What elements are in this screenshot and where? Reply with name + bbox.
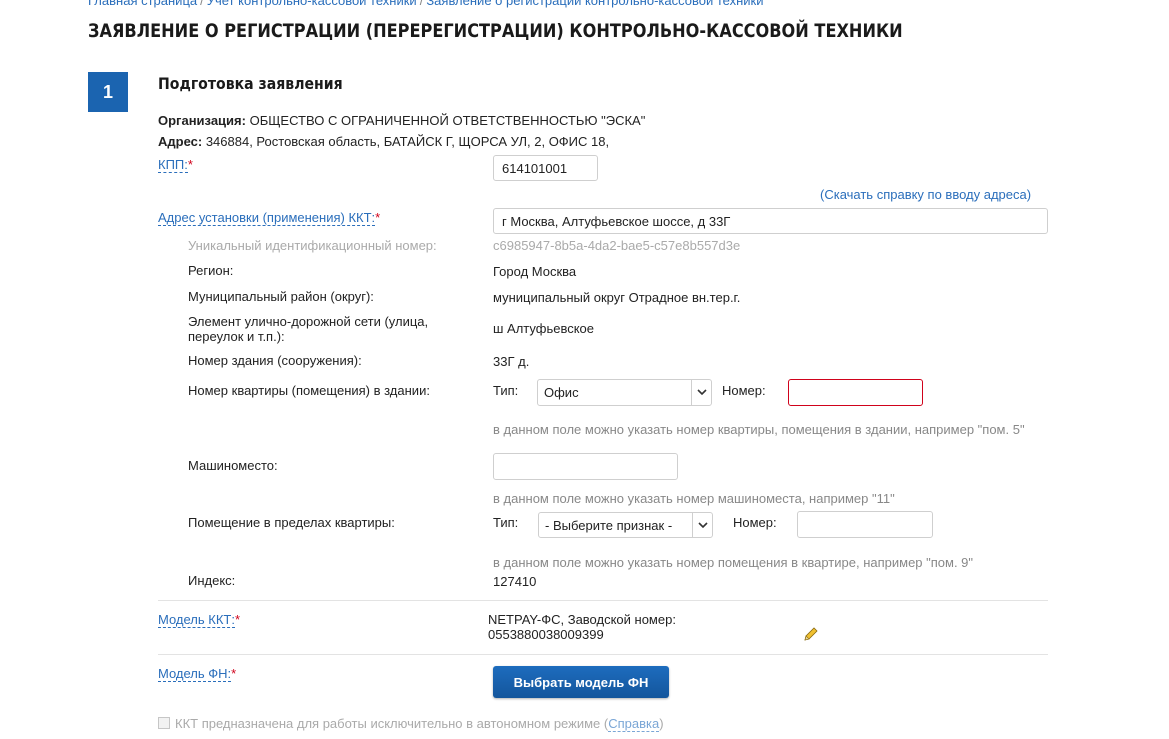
uid-label: Уникальный идентификационный номер:	[188, 238, 437, 253]
index-label: Индекс:	[188, 573, 236, 588]
chevron-down-icon	[692, 513, 712, 537]
room-type-select[interactable]: - Выберите признак -	[538, 512, 713, 538]
pencil-icon[interactable]	[803, 627, 818, 645]
district-value: муниципальный округ Отрадное вн.тер.г.	[493, 290, 741, 305]
kkt-model-label: Модель ККТ:*	[158, 612, 241, 628]
required-mark: *	[231, 666, 237, 681]
apartment-type-label: Тип:	[493, 383, 519, 398]
breadcrumb-separator: /	[419, 0, 424, 8]
breadcrumb-current-link[interactable]: Заявление о регистрации контрольно-кассо…	[426, 0, 763, 8]
room-type-selected: - Выберите признак -	[545, 517, 673, 533]
breadcrumb-separator: /	[200, 0, 204, 8]
kpp-input[interactable]: 614101001	[493, 155, 598, 181]
autonomous-checkbox-label: ККТ предназначена для работы исключитель…	[175, 716, 664, 732]
address-value: 346884, Ростовская область, БАТАЙСК Г, Щ…	[205, 134, 610, 149]
fn-model-label: Модель ФН:*	[158, 666, 237, 682]
apartment-hint: в данном поле можно указать номер кварти…	[493, 422, 1025, 437]
install-address-label: Адрес установки (применения) ККТ:*	[158, 210, 381, 226]
apartment-number-input[interactable]	[788, 379, 923, 406]
breadcrumb-section-link[interactable]: Учет контрольно-кассовой техники	[207, 0, 417, 8]
section-divider	[158, 654, 1048, 655]
autonomous-label-text: ККТ предназначена для работы исключитель…	[175, 716, 609, 731]
parking-hint: в данном поле можно указать номер машино…	[493, 491, 895, 506]
install-address-label-link[interactable]: Адрес установки (применения) ККТ:	[158, 210, 376, 226]
chevron-down-icon	[691, 380, 711, 405]
district-label: Муниципальный район (округ):	[188, 289, 374, 304]
autonomous-help-link[interactable]: Справка	[608, 716, 660, 732]
building-label: Номер здания (сооружения):	[188, 353, 362, 368]
step-number-badge: 1	[88, 72, 128, 112]
building-value: 33Г д.	[493, 354, 530, 369]
apartment-type-select[interactable]: Офис	[537, 379, 712, 406]
required-mark: *	[375, 210, 381, 225]
room-type-label: Тип:	[493, 515, 519, 530]
street-value: ш Алтуфьевское	[493, 321, 595, 336]
street-label: Элемент улично-дорожной сети (улица, пер…	[188, 314, 429, 344]
required-mark: *	[187, 157, 193, 172]
kkt-serial-number: 0553880038009399	[488, 627, 604, 642]
room-number-input[interactable]	[797, 511, 933, 538]
uid-value: c6985947-8b5a-4da2-bae5-c57e8b557d3e	[493, 238, 741, 253]
kpp-label-link[interactable]: КПП:	[158, 157, 188, 173]
organization-line: Организация: ОБЩЕСТВО С ОГРАНИЧЕННОЙ ОТВ…	[158, 113, 645, 128]
organization-value: ОБЩЕСТВО С ОГРАНИЧЕННОЙ ОТВЕТСТВЕННОСТЬЮ…	[249, 113, 646, 128]
kkt-model-value: NETPAY-ФС, Заводской номер: 055388003800…	[488, 612, 676, 642]
room-label: Помещение в пределах квартиры:	[188, 515, 395, 530]
apartment-type-selected: Офис	[544, 385, 579, 400]
kkt-model-label-link[interactable]: Модель ККТ:	[158, 612, 235, 628]
fn-model-label-link[interactable]: Модель ФН:	[158, 666, 232, 682]
page-title: ЗАЯВЛЕНИЕ О РЕГИСТРАЦИИ (ПЕРЕРЕГИСТРАЦИИ…	[88, 20, 903, 42]
select-fn-model-button[interactable]: Выбрать модель ФН	[493, 666, 669, 698]
index-value: 127410	[493, 574, 537, 589]
breadcrumb: Главная страница / Учет контрольно-кассово…	[88, 0, 764, 8]
breadcrumb-home-link[interactable]: Главная страница	[88, 0, 197, 8]
room-hint: в данном поле можно указать номер помеще…	[493, 555, 974, 570]
parking-label: Машиноместо:	[188, 458, 278, 473]
region-value: Город Москва	[493, 264, 577, 279]
parking-input[interactable]	[493, 453, 678, 480]
autonomous-checkbox[interactable]	[158, 717, 170, 729]
apartment-label: Номер квартиры (помещения) в здании:	[188, 383, 430, 398]
autonomous-label-suffix: )	[659, 716, 664, 731]
step-title: Подготовка заявления	[158, 74, 343, 93]
kpp-label: КПП:*	[158, 157, 193, 173]
address-help-link[interactable]: (Скачать справку по вводу адреса)	[820, 187, 1031, 202]
region-label: Регион:	[188, 263, 234, 278]
section-divider	[158, 600, 1048, 601]
apartment-number-label: Номер:	[722, 383, 766, 398]
required-mark: *	[234, 612, 241, 627]
organization-label: Организация:	[158, 113, 246, 128]
room-number-label: Номер:	[733, 515, 777, 530]
address-label: Адрес:	[158, 134, 203, 149]
address-line: Адрес: 346884, Ростовская область, БАТАЙ…	[158, 134, 609, 149]
install-address-input[interactable]: г Москва, Алтуфьевское шоссе, д 33Г	[493, 208, 1048, 234]
kkt-model-name: NETPAY-ФС, Заводской номер:	[488, 612, 676, 627]
